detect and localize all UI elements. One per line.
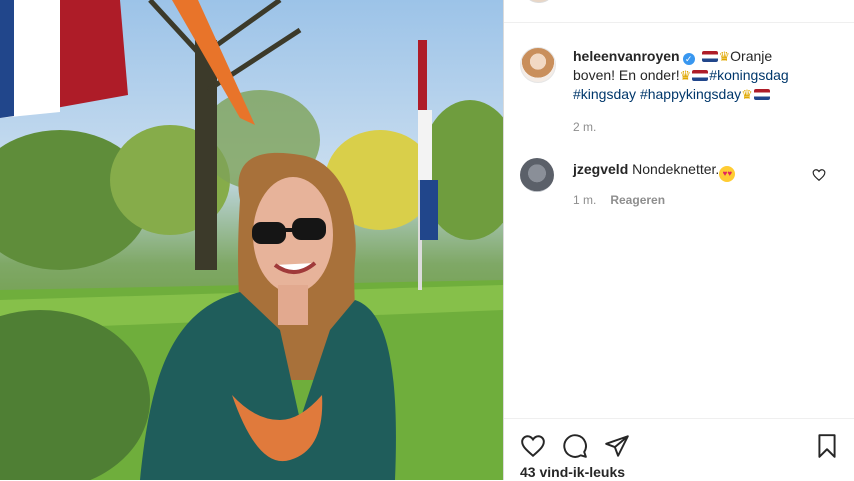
comment-text: Nondeknetter. [632, 161, 720, 177]
post-sidebar: heleenvanroyen ✓ ♛Oranje boven! En onder!… [504, 0, 854, 480]
comment-like-heart-icon[interactable] [812, 168, 826, 182]
paper-plane-icon[interactable] [604, 433, 630, 459]
caption-text: boven! En onder! [573, 67, 680, 83]
heart-icon[interactable] [520, 433, 546, 459]
comment-username[interactable]: jzegveld [573, 161, 628, 177]
comment-meta: 1 m. Reageren [573, 193, 665, 207]
hashtag-link[interactable]: #kingsday [573, 86, 636, 102]
author-username[interactable]: heleenvanroyen [573, 48, 680, 64]
verified-badge-icon: ✓ [682, 53, 695, 65]
comment-bubble-icon[interactable] [562, 433, 588, 459]
netherlands-flag-emoji [701, 51, 718, 62]
comment-timestamp[interactable]: 1 m. [573, 193, 596, 207]
author-avatar[interactable] [520, 47, 556, 83]
like-count[interactable]: 43 vind-ik-leuks [520, 464, 625, 480]
crown-emoji: ♛ [679, 68, 692, 83]
dutch-flag [0, 0, 128, 118]
tree-trunk [195, 40, 217, 270]
crown-emoji: ♛ [718, 49, 731, 64]
netherlands-flag-emoji [753, 89, 770, 100]
bookmark-icon[interactable] [814, 433, 840, 459]
post-header [504, 0, 854, 23]
reply-button[interactable]: Reageren [610, 193, 665, 207]
comment: jzegveld Nondeknetter. ♥♥ [573, 160, 736, 182]
header-avatar[interactable] [524, 0, 554, 3]
post-caption: heleenvanroyen ✓ ♛Oranje boven! En onder!… [573, 47, 835, 104]
netherlands-flag-emoji [692, 70, 709, 81]
hashtag-link[interactable]: #koningsdag [709, 67, 788, 83]
commenter-avatar[interactable] [520, 158, 554, 192]
crown-emoji: ♛ [741, 87, 753, 102]
hashtag-link[interactable]: #happykingsday [640, 86, 741, 102]
post-photo[interactable] [0, 0, 503, 480]
photo-illustration [0, 0, 503, 480]
caption-text: Oranje [730, 48, 773, 64]
caption-timestamp[interactable]: 2 m. [573, 120, 596, 134]
heart-eyes-emoji: ♥♥ [719, 166, 736, 182]
